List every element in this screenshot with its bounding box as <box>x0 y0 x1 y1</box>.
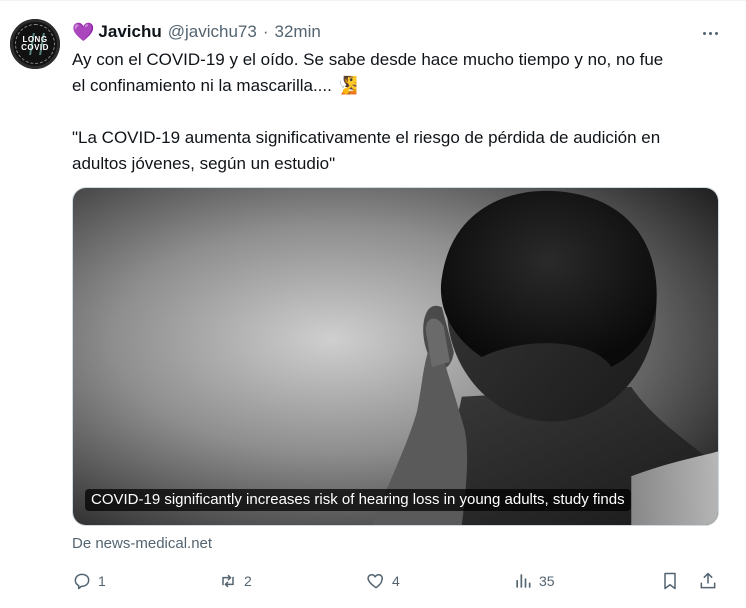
author-name[interactable]: Javichu <box>98 22 161 42</box>
more-icon[interactable] <box>698 21 722 45</box>
like-button[interactable]: 4 <box>366 567 400 595</box>
heart-icon <box>367 574 383 589</box>
quote-line2: adultos jóvenes, según un estudio" <box>72 154 336 173</box>
views-button[interactable]: 35 <box>513 567 555 595</box>
reply-count: 1 <box>98 573 106 589</box>
retweet-count: 2 <box>244 573 252 589</box>
tweet-text-line2: el confinamiento ni la mascarilla.... 🧏 <box>72 76 358 95</box>
card-image <box>73 188 718 525</box>
tweet-text-line1: Ay con el COVID-19 y el oído. Se sabe de… <box>72 50 664 69</box>
quote-line1: "La COVID-19 aumenta significativamente … <box>72 128 661 147</box>
purple-heart-emoji: 💜 <box>72 21 95 42</box>
avatar-text-line2: COVID <box>21 43 49 52</box>
like-count: 4 <box>392 573 400 589</box>
reply-icon <box>74 573 90 590</box>
share-button[interactable] <box>698 567 718 595</box>
view-count: 35 <box>539 573 555 589</box>
link-card[interactable]: COVID-19 significantly increases risk of… <box>72 187 719 526</box>
avatar-text: LONG COVID <box>10 19 60 69</box>
timestamp[interactable]: 32min <box>275 22 321 42</box>
reply-button[interactable]: 1 <box>72 567 106 595</box>
share-icon <box>700 572 716 589</box>
retweet-icon <box>222 574 234 588</box>
tweet[interactable]: LONG COVID 💜 Javichu @javichu73 · 32min … <box>0 0 746 608</box>
separator-dot: · <box>262 22 269 41</box>
avatar[interactable]: LONG COVID <box>10 19 60 69</box>
views-icon <box>516 574 531 588</box>
tweet-text: Ay con el COVID-19 y el oído. Se sabe de… <box>72 47 722 177</box>
bookmark-button[interactable] <box>660 567 680 595</box>
retweet-button[interactable]: 2 <box>218 567 252 595</box>
card-caption: COVID-19 significantly increases risk of… <box>85 489 631 511</box>
author-handle[interactable]: @javichu73 <box>168 22 257 42</box>
action-bar: 1 2 4 35 <box>72 567 726 595</box>
bookmark-icon <box>664 572 676 590</box>
tweet-header: 💜 Javichu @javichu73 · 32min <box>72 21 321 43</box>
card-source[interactable]: De news-medical.net <box>72 535 212 552</box>
